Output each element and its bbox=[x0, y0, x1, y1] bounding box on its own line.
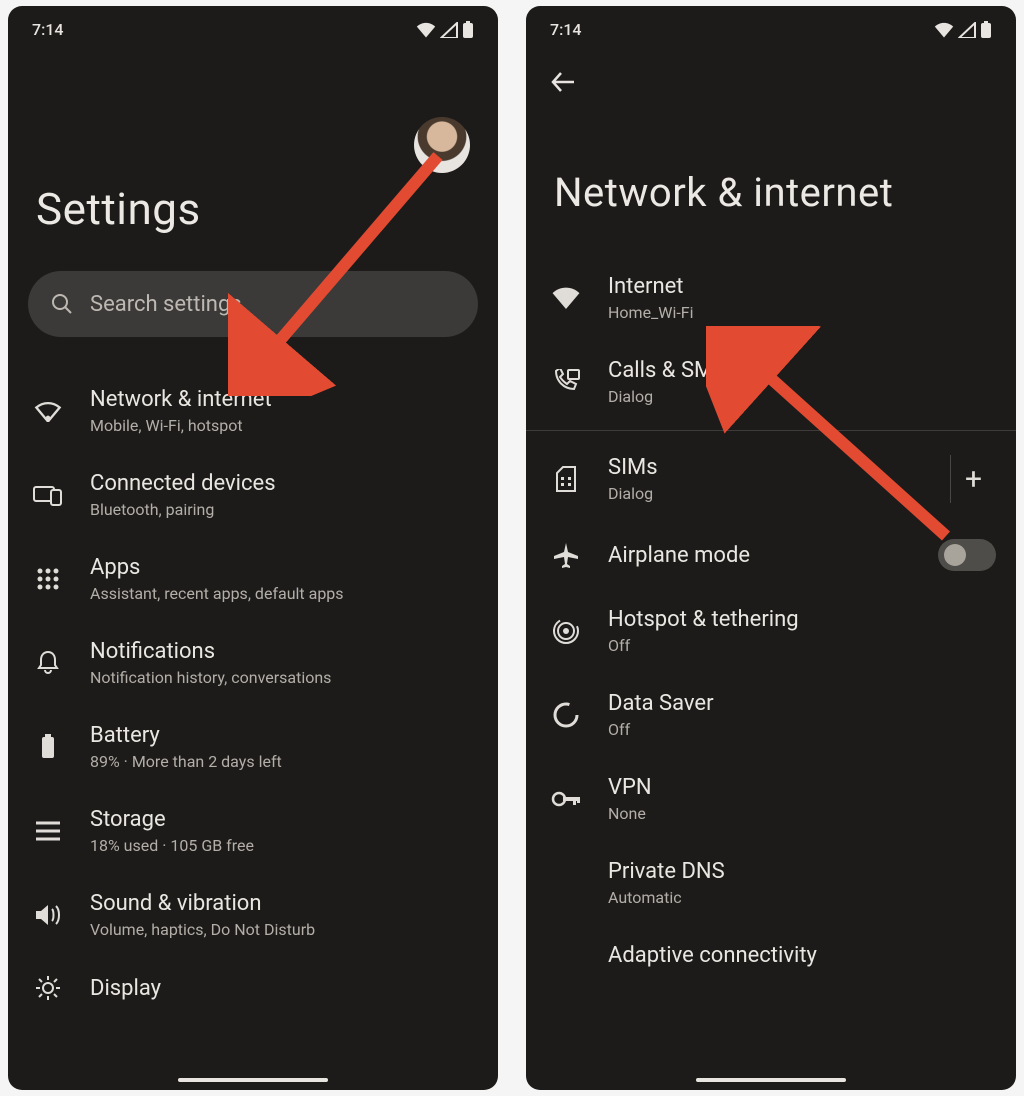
airplane-icon bbox=[552, 541, 580, 569]
avatar[interactable] bbox=[414, 117, 470, 173]
item-sub: Dialog bbox=[608, 387, 996, 406]
item-title: Data Saver bbox=[608, 691, 996, 716]
plus-icon: + bbox=[965, 462, 982, 497]
item-title: Adaptive connectivity bbox=[608, 943, 996, 968]
divider bbox=[526, 430, 1016, 431]
item-sub: 89% · More than 2 days left bbox=[90, 752, 478, 771]
battery-status-icon bbox=[980, 21, 992, 39]
status-bar: 7:14 bbox=[526, 6, 1016, 47]
network-internet-screen: 7:14 Network & internet Internet Home_Wi-… bbox=[526, 6, 1016, 1090]
item-airplane-mode[interactable]: Airplane mode bbox=[526, 521, 1016, 589]
add-sim-button[interactable]: + bbox=[950, 455, 996, 503]
calls-icon bbox=[552, 369, 580, 395]
page-title: Network & internet bbox=[526, 95, 1016, 256]
item-hotspot-tethering[interactable]: Hotspot & tethering Off bbox=[526, 589, 1016, 673]
item-storage[interactable]: Storage 18% used · 105 GB free bbox=[8, 789, 498, 873]
item-sims[interactable]: SIMs Dialog + bbox=[526, 437, 1016, 521]
header bbox=[8, 47, 498, 183]
item-title: Display bbox=[90, 976, 478, 1001]
sound-icon bbox=[34, 903, 62, 927]
item-adaptive-connectivity[interactable]: Adaptive connectivity bbox=[526, 925, 1016, 986]
status-bar: 7:14 bbox=[8, 6, 498, 47]
status-time: 7:14 bbox=[550, 20, 582, 39]
item-sub: Home_Wi-Fi bbox=[608, 303, 996, 322]
item-title: Battery bbox=[90, 723, 478, 748]
item-title: Apps bbox=[90, 555, 478, 580]
item-display[interactable]: Display bbox=[8, 957, 498, 1019]
item-calls-sms[interactable]: Calls & SMS Dialog bbox=[526, 340, 1016, 424]
item-sub: Automatic bbox=[608, 888, 996, 907]
item-battery[interactable]: Battery 89% · More than 2 days left bbox=[8, 705, 498, 789]
settings-screen: 7:14 Settings Search settings Network & … bbox=[8, 6, 498, 1090]
vpn-icon bbox=[551, 790, 581, 808]
devices-icon bbox=[33, 484, 63, 506]
item-sub: Volume, haptics, Do Not Disturb bbox=[90, 920, 478, 939]
bell-icon bbox=[36, 650, 60, 676]
home-indicator[interactable] bbox=[178, 1078, 328, 1082]
search-settings[interactable]: Search settings bbox=[28, 271, 478, 337]
page-title: Settings bbox=[8, 183, 498, 271]
item-sub: Bluetooth, pairing bbox=[90, 500, 478, 519]
back-button[interactable] bbox=[526, 47, 1016, 95]
item-data-saver[interactable]: Data Saver Off bbox=[526, 673, 1016, 757]
wifi-fill-icon bbox=[551, 287, 581, 309]
status-icons bbox=[416, 21, 474, 39]
signal-icon bbox=[440, 22, 458, 38]
item-sub: Off bbox=[608, 636, 996, 655]
home-indicator[interactable] bbox=[696, 1078, 846, 1082]
storage-icon bbox=[35, 820, 61, 842]
item-title: Airplane mode bbox=[608, 543, 916, 568]
item-sound-vibration[interactable]: Sound & vibration Volume, haptics, Do Not… bbox=[8, 873, 498, 957]
display-icon bbox=[35, 975, 61, 1001]
item-internet[interactable]: Internet Home_Wi-Fi bbox=[526, 256, 1016, 340]
signal-icon bbox=[958, 22, 976, 38]
datasaver-icon bbox=[552, 701, 580, 729]
item-title: Network & internet bbox=[90, 387, 478, 412]
wifi-status-icon bbox=[416, 22, 436, 38]
wifi-status-icon bbox=[934, 22, 954, 38]
item-sub: None bbox=[608, 804, 996, 823]
status-icons bbox=[934, 21, 992, 39]
item-sub: Off bbox=[608, 720, 996, 739]
item-sub: 18% used · 105 GB free bbox=[90, 836, 478, 855]
network-list: Internet Home_Wi-Fi Calls & SMS Dialog SIM… bbox=[526, 256, 1016, 986]
item-title: Sound & vibration bbox=[90, 891, 478, 916]
item-title: Private DNS bbox=[608, 859, 996, 884]
settings-list: Network & internet Mobile, Wi-Fi, hotspot… bbox=[8, 369, 498, 1019]
status-time: 7:14 bbox=[32, 20, 64, 39]
item-title: Storage bbox=[90, 807, 478, 832]
hotspot-icon bbox=[552, 617, 580, 645]
battery-icon bbox=[40, 734, 56, 760]
item-sub: Notification history, conversations bbox=[90, 668, 478, 687]
item-title: VPN bbox=[608, 775, 996, 800]
item-sub: Dialog bbox=[608, 484, 928, 503]
airplane-toggle[interactable] bbox=[938, 539, 996, 571]
item-private-dns[interactable]: Private DNS Automatic bbox=[526, 841, 1016, 925]
arrow-back-icon bbox=[550, 69, 576, 95]
item-sub: Mobile, Wi-Fi, hotspot bbox=[90, 416, 478, 435]
item-title: Connected devices bbox=[90, 471, 478, 496]
item-title: Notifications bbox=[90, 639, 478, 664]
search-placeholder: Search settings bbox=[90, 292, 242, 317]
item-apps[interactable]: Apps Assistant, recent apps, default apps bbox=[8, 537, 498, 621]
item-title: Internet bbox=[608, 274, 996, 299]
battery-status-icon bbox=[462, 21, 474, 39]
sim-icon bbox=[555, 465, 577, 493]
item-network-internet[interactable]: Network & internet Mobile, Wi-Fi, hotspot bbox=[8, 369, 498, 453]
item-sub: Assistant, recent apps, default apps bbox=[90, 584, 478, 603]
search-icon bbox=[50, 292, 74, 316]
item-title: Calls & SMS bbox=[608, 358, 996, 383]
wifi-icon bbox=[34, 400, 62, 422]
item-notifications[interactable]: Notifications Notification history, conve… bbox=[8, 621, 498, 705]
item-vpn[interactable]: VPN None bbox=[526, 757, 1016, 841]
item-connected-devices[interactable]: Connected devices Bluetooth, pairing bbox=[8, 453, 498, 537]
apps-icon bbox=[36, 567, 60, 591]
item-title: Hotspot & tethering bbox=[608, 607, 996, 632]
item-title: SIMs bbox=[608, 455, 928, 480]
